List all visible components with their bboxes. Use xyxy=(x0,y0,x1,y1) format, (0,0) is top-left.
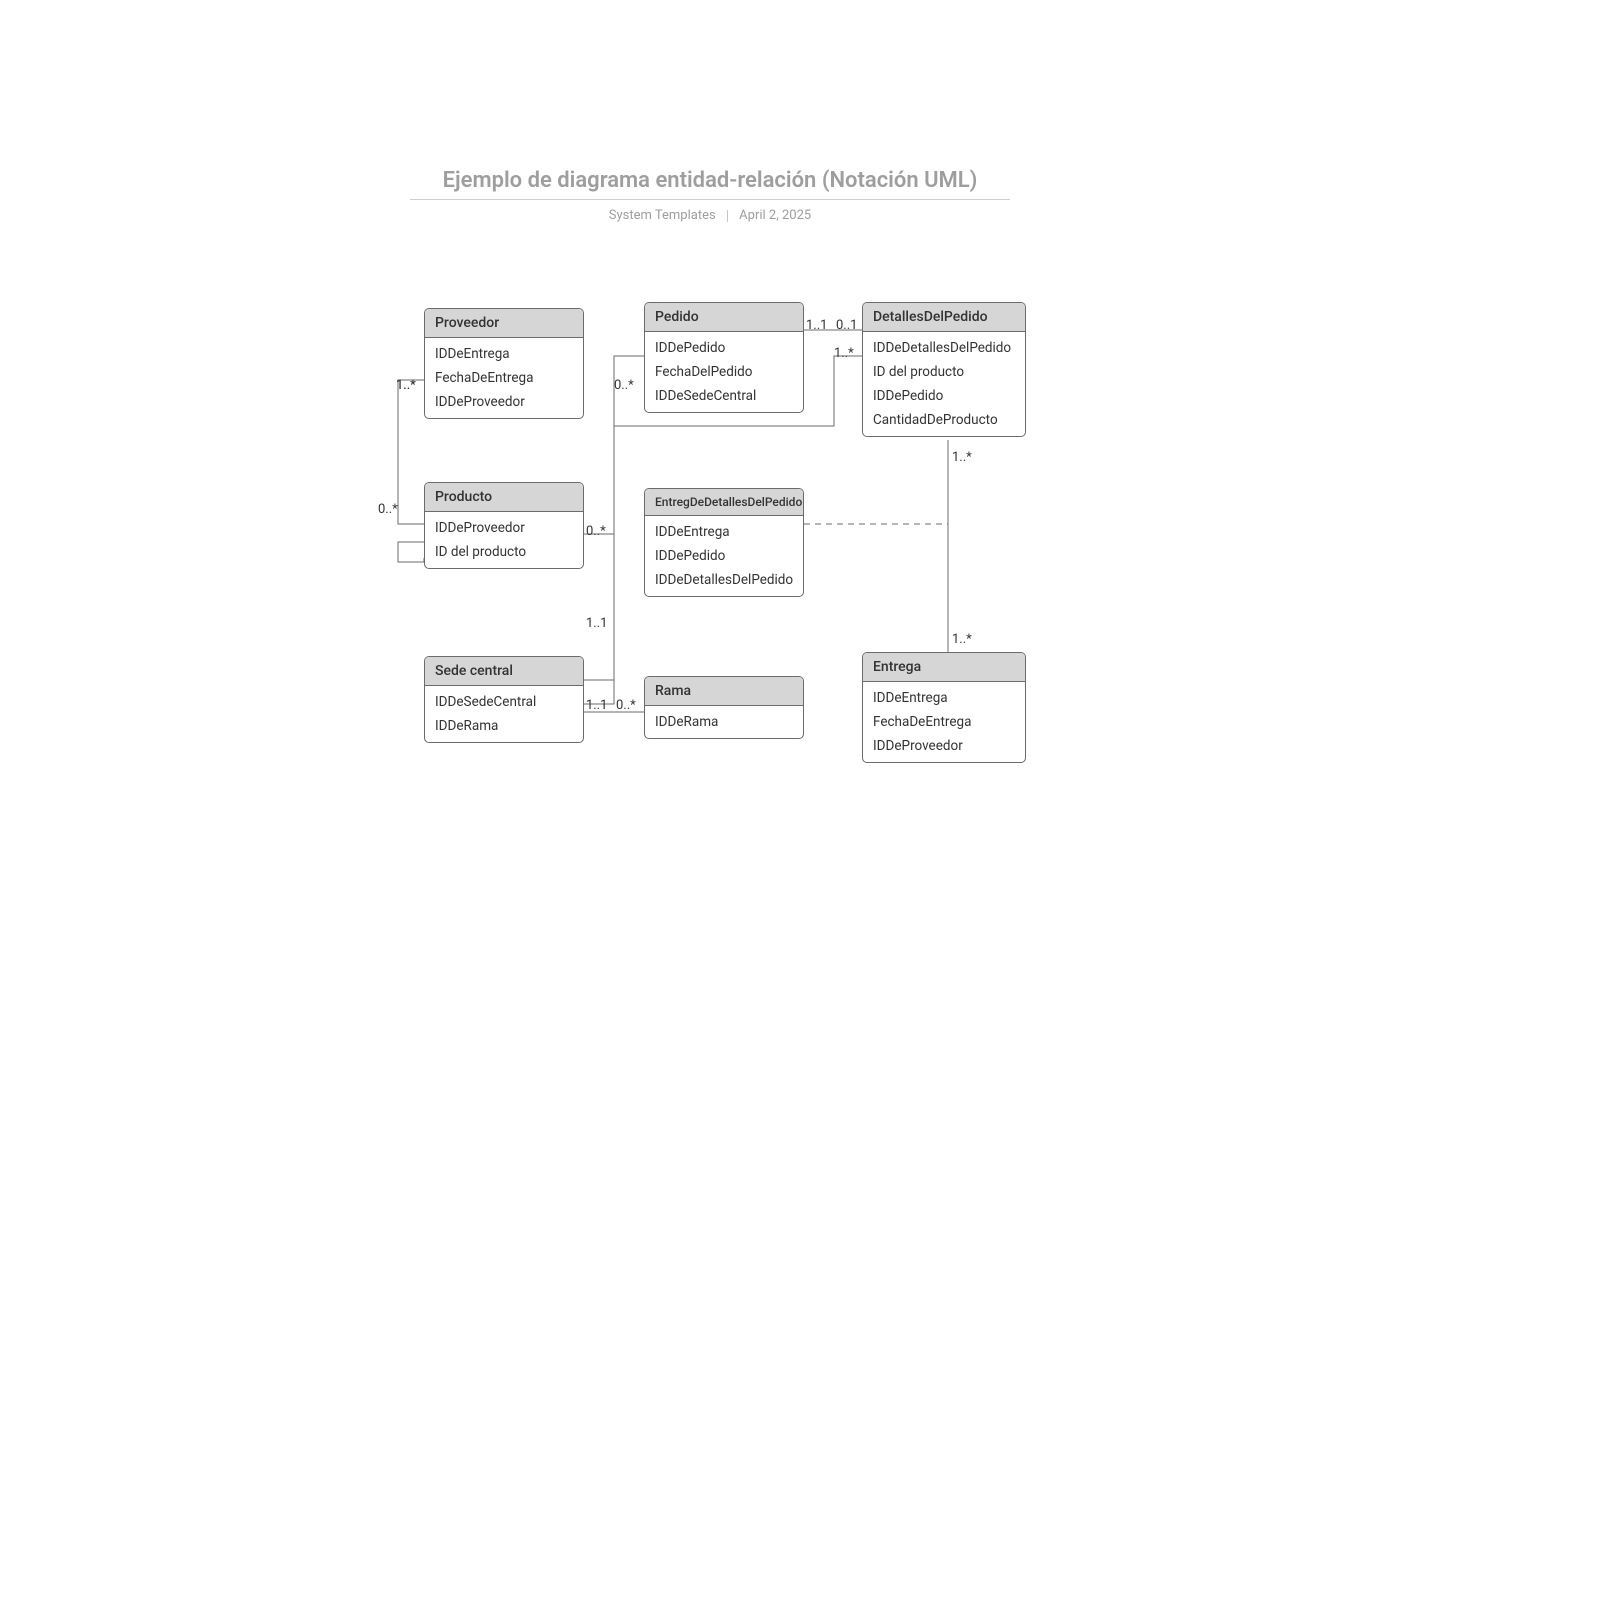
multiplicity-label: 0..* xyxy=(616,698,636,713)
entity-attr: CantidadDeProducto xyxy=(863,408,1025,432)
entity-title: Producto xyxy=(425,483,583,512)
subtitle-separator xyxy=(727,210,728,222)
multiplicity-label: 1..* xyxy=(396,378,416,393)
entity-rama[interactable]: Rama IDDeRama xyxy=(644,676,804,739)
entity-attrs: IDDeSedeCentral IDDeRama xyxy=(425,686,583,742)
multiplicity-label: 0..* xyxy=(586,524,606,539)
multiplicity-label: 1..* xyxy=(952,450,972,465)
entity-title: Proveedor xyxy=(425,309,583,338)
entity-attr: IDDeSedeCentral xyxy=(425,690,583,714)
multiplicity-label: 1..1 xyxy=(586,616,607,631)
entity-attr: IDDeProveedor xyxy=(863,734,1025,758)
diagram-header: Ejemplo de diagrama entidad-relación (No… xyxy=(410,168,1010,223)
entity-attrs: IDDeEntrega FechaDeEntrega IDDeProveedor xyxy=(863,682,1025,762)
entity-attr: IDDeProveedor xyxy=(425,516,583,540)
entity-attr: IDDeEntrega xyxy=(645,520,803,544)
multiplicity-label: 0..* xyxy=(614,378,634,393)
entity-proveedor[interactable]: Proveedor IDDeEntrega FechaDeEntrega IDD… xyxy=(424,308,584,419)
entity-attrs: IDDePedido FechaDelPedido IDDeSedeCentra… xyxy=(645,332,803,412)
entity-producto[interactable]: Producto IDDeProveedor ID del producto xyxy=(424,482,584,569)
entity-entrega[interactable]: Entrega IDDeEntrega FechaDeEntrega IDDeP… xyxy=(862,652,1026,763)
entity-attr: FechaDeEntrega xyxy=(863,710,1025,734)
diagram-canvas: Ejemplo de diagrama entidad-relación (No… xyxy=(0,0,1600,1600)
subtitle-right: April 2, 2025 xyxy=(739,208,811,223)
entity-attr: IDDeRama xyxy=(645,710,803,734)
entity-attr: IDDeRama xyxy=(425,714,583,738)
entity-title: Rama xyxy=(645,677,803,706)
entity-attr: FechaDeEntrega xyxy=(425,366,583,390)
subtitle-left: System Templates xyxy=(609,208,716,223)
entity-entreg-detalles-pedido[interactable]: EntregDeDetallesDelPedido IDDeEntrega ID… xyxy=(644,488,804,597)
entity-title: Pedido xyxy=(645,303,803,332)
entity-title: Sede central xyxy=(425,657,583,686)
diagram-title: Ejemplo de diagrama entidad-relación (No… xyxy=(410,168,1010,200)
entity-attr: IDDePedido xyxy=(863,384,1025,408)
entity-attr: ID del producto xyxy=(863,360,1025,384)
diagram-subtitle: System Templates April 2, 2025 xyxy=(410,208,1010,223)
entity-attr: ID del producto xyxy=(425,540,583,564)
entity-attr: IDDeSedeCentral xyxy=(645,384,803,408)
entity-attrs: IDDeDetallesDelPedido ID del producto ID… xyxy=(863,332,1025,436)
entity-attr: IDDeEntrega xyxy=(863,686,1025,710)
entity-attr: IDDeEntrega xyxy=(425,342,583,366)
entity-attr: IDDeDetallesDelPedido xyxy=(863,336,1025,360)
multiplicity-label: 1..* xyxy=(952,632,972,647)
entity-attr: IDDePedido xyxy=(645,544,803,568)
multiplicity-label: 1..* xyxy=(834,346,854,361)
entity-attr: IDDePedido xyxy=(645,336,803,360)
connector-lines xyxy=(0,0,1600,1600)
entity-attrs: IDDeEntrega IDDePedido IDDeDetallesDelPe… xyxy=(645,516,803,596)
entity-pedido[interactable]: Pedido IDDePedido FechaDelPedido IDDeSed… xyxy=(644,302,804,413)
multiplicity-label: 1..1 xyxy=(806,318,827,333)
entity-sede-central[interactable]: Sede central IDDeSedeCentral IDDeRama xyxy=(424,656,584,743)
entity-attrs: IDDeProveedor ID del producto xyxy=(425,512,583,568)
entity-title: DetallesDelPedido xyxy=(863,303,1025,332)
entity-attr: IDDeDetallesDelPedido xyxy=(645,568,803,592)
entity-title: EntregDeDetallesDelPedido xyxy=(645,489,803,516)
multiplicity-label: 0..1 xyxy=(836,318,857,333)
entity-attr: IDDeProveedor xyxy=(425,390,583,414)
multiplicity-label: 0..* xyxy=(378,502,398,517)
multiplicity-label: 1..1 xyxy=(586,698,607,713)
entity-title: Entrega xyxy=(863,653,1025,682)
entity-attrs: IDDeRama xyxy=(645,706,803,738)
entity-attr: FechaDelPedido xyxy=(645,360,803,384)
entity-detalles-del-pedido[interactable]: DetallesDelPedido IDDeDetallesDelPedido … xyxy=(862,302,1026,437)
entity-attrs: IDDeEntrega FechaDeEntrega IDDeProveedor xyxy=(425,338,583,418)
